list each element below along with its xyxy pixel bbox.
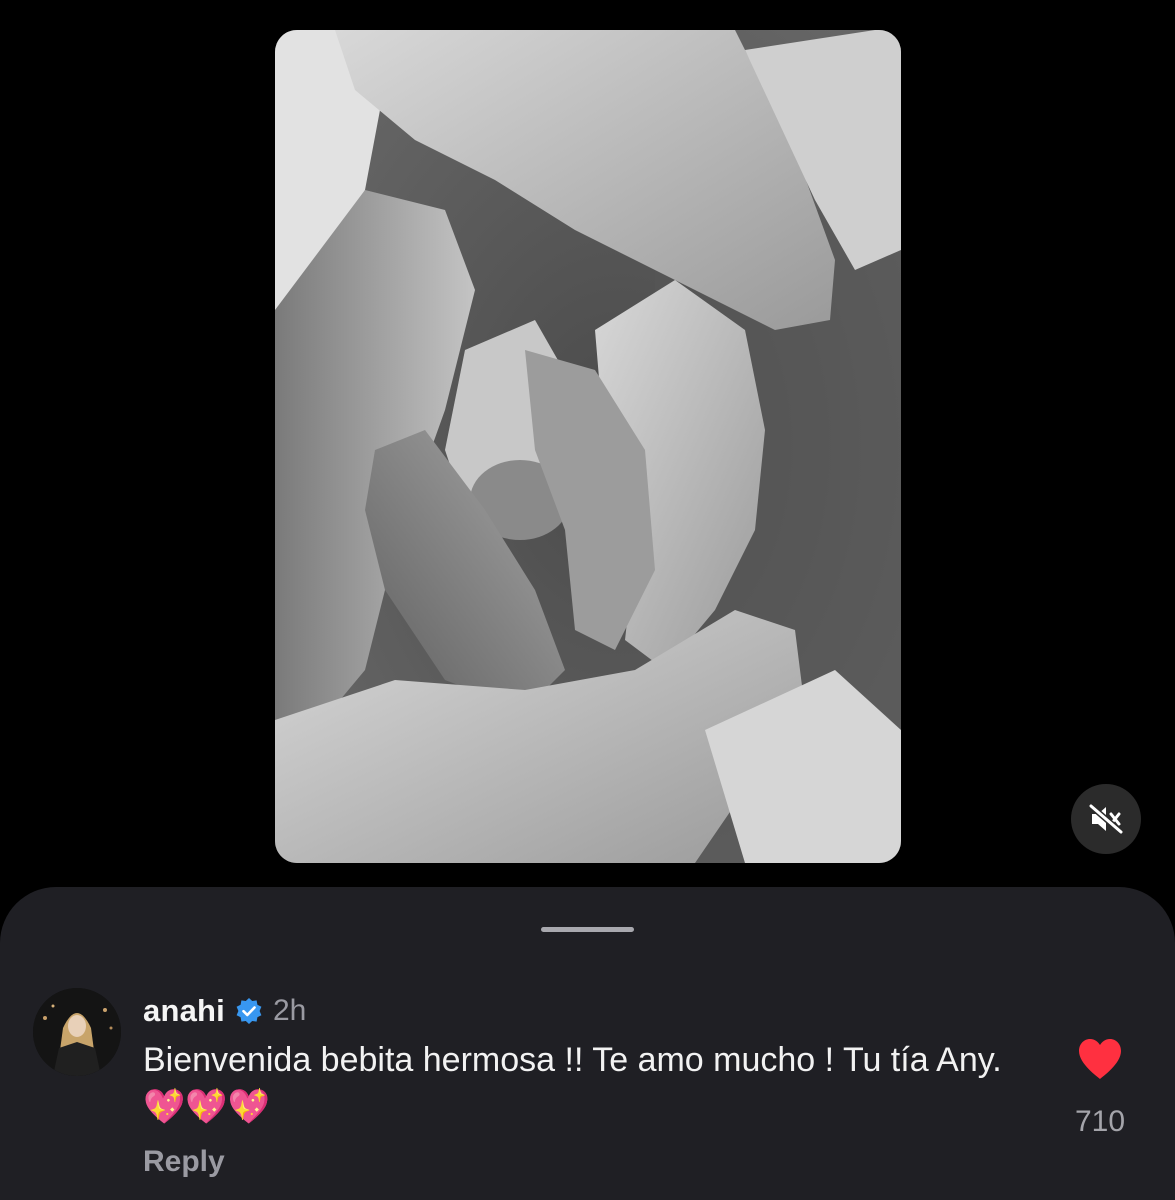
comments-sheet: anahi 2h Bienvenida bebita hermosa !! Te… bbox=[0, 887, 1175, 1200]
heart-icon[interactable] bbox=[1076, 1037, 1124, 1081]
speaker-muted-icon bbox=[1089, 804, 1123, 834]
comment-timestamp: 2h bbox=[272, 994, 307, 1027]
profile-picture bbox=[33, 988, 121, 1076]
hands-photo bbox=[275, 30, 901, 863]
username[interactable]: anahi bbox=[143, 993, 225, 1029]
reply-button[interactable]: Reply bbox=[143, 1145, 225, 1179]
comment-header: anahi 2h bbox=[143, 991, 306, 1031]
sheet-grabber[interactable] bbox=[541, 927, 634, 932]
verified-badge-icon bbox=[236, 998, 262, 1024]
screen: anahi 2h Bienvenida bebita hermosa !! Te… bbox=[0, 0, 1175, 1200]
avatar[interactable] bbox=[33, 988, 121, 1076]
post-media[interactable] bbox=[275, 30, 901, 863]
mute-button[interactable] bbox=[1071, 784, 1141, 854]
like-count: 710 bbox=[1074, 1105, 1126, 1138]
comment-text: Bienvenida bebita hermosa !! Te amo much… bbox=[143, 1041, 1002, 1126]
